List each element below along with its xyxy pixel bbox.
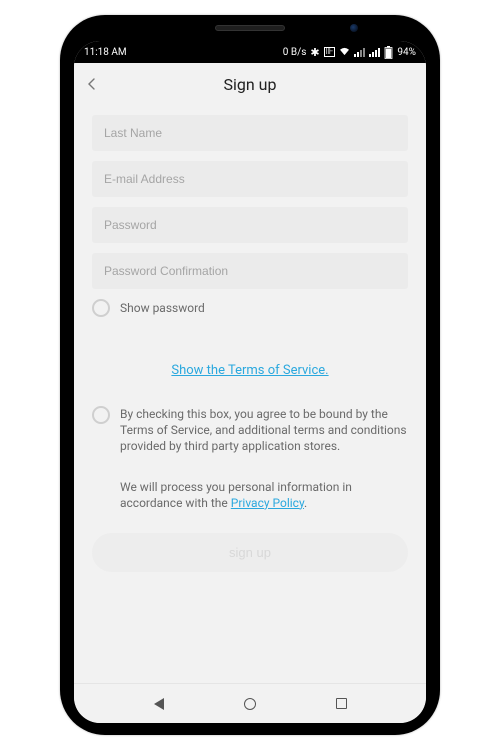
status-right: 0 B/s ✱ ⊪ 94% [283, 46, 416, 59]
battery-icon [384, 46, 393, 59]
earpiece [215, 25, 285, 31]
password-confirm-field[interactable] [92, 253, 408, 289]
status-time: 11:18 AM [84, 47, 127, 58]
front-camera [350, 24, 358, 32]
nav-home-icon[interactable] [243, 697, 257, 711]
privacy-suffix: . [304, 496, 307, 510]
android-nav-bar [74, 683, 426, 723]
show-password-row: Show password [92, 299, 408, 317]
content-area: Show password Show the Terms of Service.… [74, 105, 426, 683]
signal-icon-2 [369, 48, 380, 57]
terms-of-service-link[interactable]: Show the Terms of Service. [171, 363, 328, 378]
show-password-checkbox[interactable] [92, 299, 110, 317]
screen: 11:18 AM 0 B/s ✱ ⊪ 94% [74, 41, 426, 723]
status-battery-pct: 94% [397, 47, 416, 58]
app-header: Sign up [74, 63, 426, 105]
agree-text: By checking this box, you agree to be bo… [120, 406, 408, 455]
last-name-field[interactable] [92, 115, 408, 151]
vibrate-icon: ⊪ [324, 47, 336, 57]
bluetooth-icon: ✱ [310, 46, 319, 59]
status-net-speed: 0 B/s [283, 47, 307, 58]
privacy-policy-link[interactable]: Privacy Policy [231, 496, 304, 510]
status-bar: 11:18 AM 0 B/s ✱ ⊪ 94% [74, 41, 426, 63]
tos-link-wrap: Show the Terms of Service. [92, 359, 408, 378]
signal-icon-1 [354, 48, 365, 57]
password-field[interactable] [92, 207, 408, 243]
wifi-icon [339, 47, 350, 58]
nav-back-icon[interactable] [152, 697, 166, 711]
agree-row: By checking this box, you agree to be bo… [92, 406, 408, 455]
show-password-label: Show password [120, 301, 205, 315]
privacy-block: We will process you personal information… [92, 479, 408, 511]
phone-frame: 11:18 AM 0 B/s ✱ ⊪ 94% [60, 15, 440, 735]
page-title: Sign up [84, 75, 416, 94]
sign-up-button[interactable]: sign up [92, 533, 408, 572]
nav-recent-icon[interactable] [335, 697, 349, 711]
agree-checkbox[interactable] [92, 406, 110, 424]
email-field[interactable] [92, 161, 408, 197]
